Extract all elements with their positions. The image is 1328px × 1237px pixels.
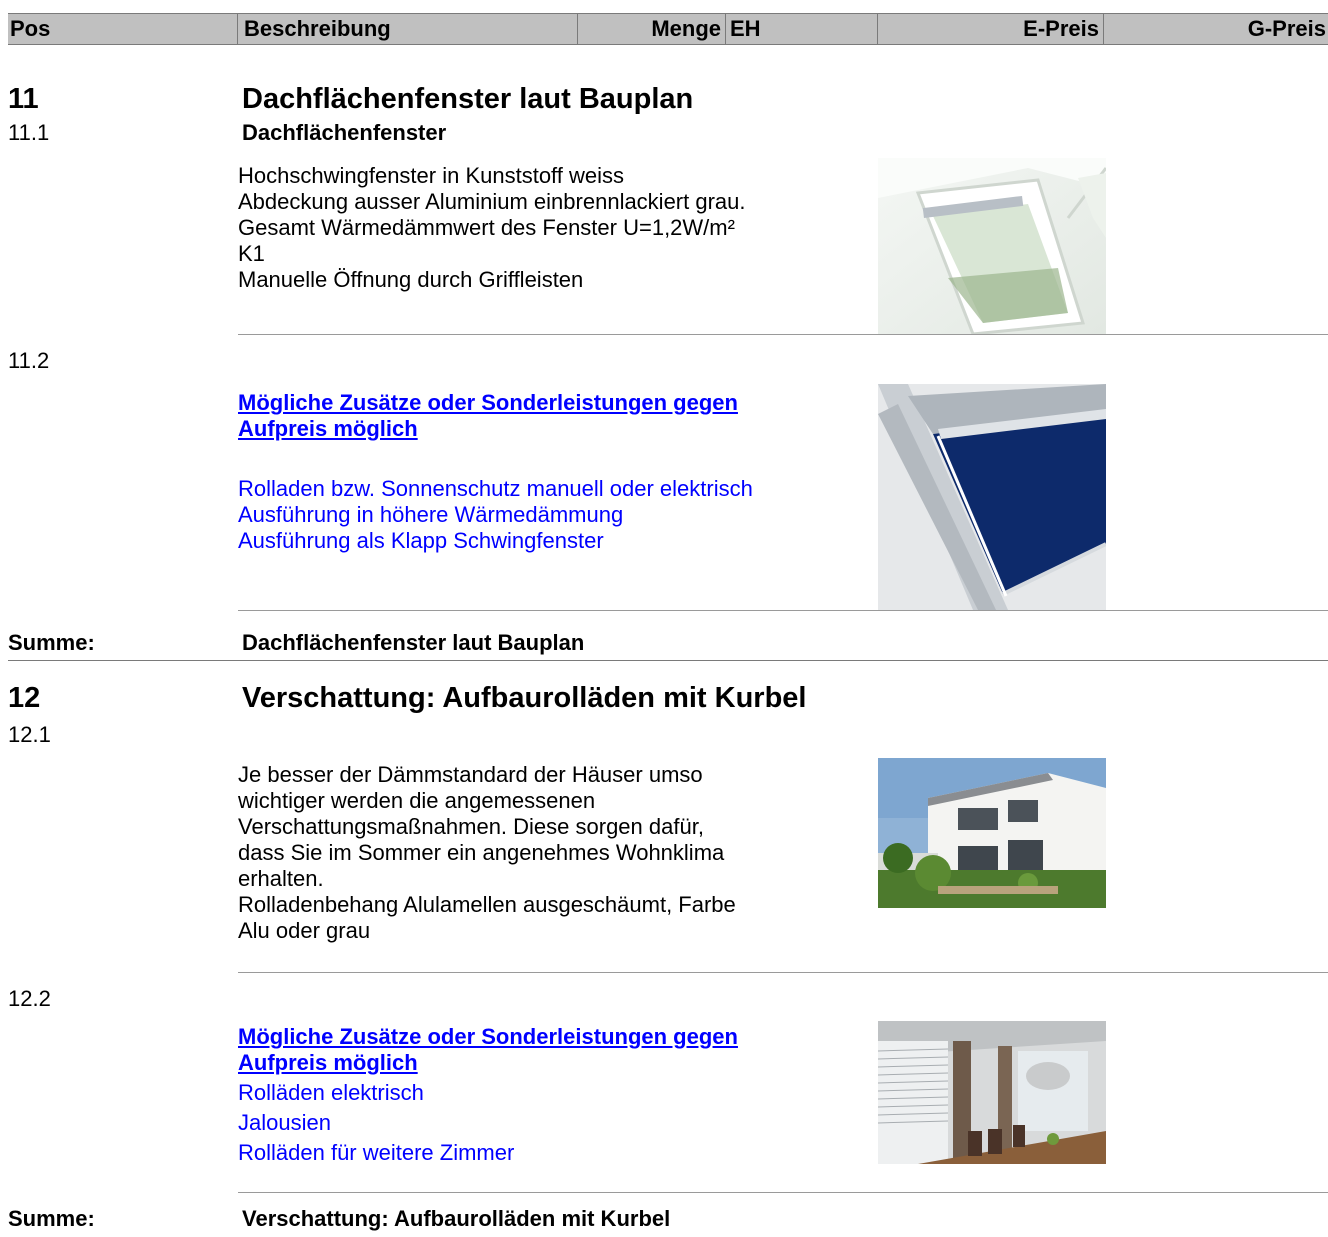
item-pos: 11.1 — [8, 120, 50, 145]
item-pos: 11.2 — [8, 348, 50, 373]
extras-line: Ausführung als Klapp Schwingfenster — [238, 528, 604, 553]
extras-link-line[interactable]: Aufpreis möglich — [238, 1050, 418, 1075]
item-pos: 12.1 — [8, 722, 51, 747]
sum-label: Summe: — [8, 1206, 95, 1231]
description-line: dass Sie im Sommer ein angenehmes Wohnkl… — [238, 840, 725, 865]
header-eh: EH — [726, 14, 878, 44]
divider — [238, 972, 1328, 973]
header-menge: Menge — [578, 14, 726, 44]
extras-link[interactable]: Mögliche Zusätze oder Sonderleistungen g… — [238, 390, 868, 442]
extras-link[interactable]: Mögliche Zusätze oder Sonderleistungen g… — [238, 1024, 868, 1076]
description-line: Gesamt Wärmedämmwert des Fenster U=1,2W/… — [238, 215, 735, 240]
description-line: wichtiger werden die angemessenen — [238, 788, 596, 813]
header-gpreis: G-Preis — [1247, 16, 1326, 41]
section-title: Dachflächenfenster laut Bauplan — [242, 83, 694, 115]
divider — [238, 1192, 1328, 1193]
description-line: Manuelle Öffnung durch Griffleisten — [238, 267, 584, 292]
item-description: Hochschwingfenster in Kunststoff weiss A… — [238, 163, 868, 293]
blind-window-image — [878, 384, 1106, 610]
extras-line: Jalousien — [238, 1110, 331, 1135]
extras-link-line[interactable]: Mögliche Zusätze oder Sonderleistungen g… — [238, 1024, 738, 1049]
extras-line: Ausführung in höhere Wärmedämmung — [238, 502, 624, 527]
description-line: Verschattungsmaßnahmen. Diese sorgen daf… — [238, 814, 704, 839]
description-line: Hochschwingfenster in Kunststoff weiss — [238, 163, 624, 188]
item-extras: Mögliche Zusätze oder Sonderleistungen g… — [238, 390, 868, 554]
extras-link-line[interactable]: Mögliche Zusätze oder Sonderleistungen g… — [238, 390, 738, 415]
item-title: Dachflächenfenster — [242, 120, 447, 145]
item-extras: Mögliche Zusätze oder Sonderleistungen g… — [238, 1024, 868, 1166]
sum-label: Summe: — [8, 630, 95, 655]
header-beschreibung: Beschreibung — [238, 14, 578, 44]
sum-title: Verschattung: Aufbaurolläden mit Kurbel — [242, 1206, 671, 1231]
description-line: Abdeckung ausser Aluminium einbrennlacki… — [238, 189, 746, 214]
extras-line: Rolläden elektrisch — [238, 1080, 424, 1105]
sum-title: Dachflächenfenster laut Bauplan — [242, 630, 585, 655]
section-number: 11 — [8, 83, 39, 115]
divider — [8, 660, 1328, 661]
description-line: Alu oder grau — [238, 918, 371, 943]
description-line: Rolladenbehang Alulamellen ausgeschäumt,… — [238, 892, 736, 917]
item-description: Je besser der Dämmstandard der Häuser um… — [238, 762, 868, 944]
item-pos: 12.2 — [8, 986, 51, 1011]
house-image — [878, 758, 1106, 908]
extras-line: Rolladen bzw. Sonnenschutz manuell oder … — [238, 476, 753, 501]
extras-line: Rolläden für weitere Zimmer — [238, 1140, 515, 1165]
header-epreis: E-Preis — [878, 14, 1104, 44]
description-line: Je besser der Dämmstandard der Häuser um… — [238, 762, 703, 787]
extras-link-line[interactable]: Aufpreis möglich — [238, 416, 418, 441]
description-line: erhalten. — [238, 866, 324, 891]
roof-window-image — [878, 158, 1106, 334]
description-line: K1 — [238, 241, 265, 266]
section-title: Verschattung: Aufbaurolläden mit Kurbel — [242, 682, 807, 714]
divider — [238, 610, 1328, 611]
divider — [238, 334, 1328, 335]
table-header: Pos Beschreibung Menge EH E-Preis G-Prei… — [8, 13, 1328, 45]
section-number: 12 — [8, 682, 41, 714]
interior-blinds-image — [878, 1021, 1106, 1164]
header-pos: Pos — [8, 14, 238, 44]
